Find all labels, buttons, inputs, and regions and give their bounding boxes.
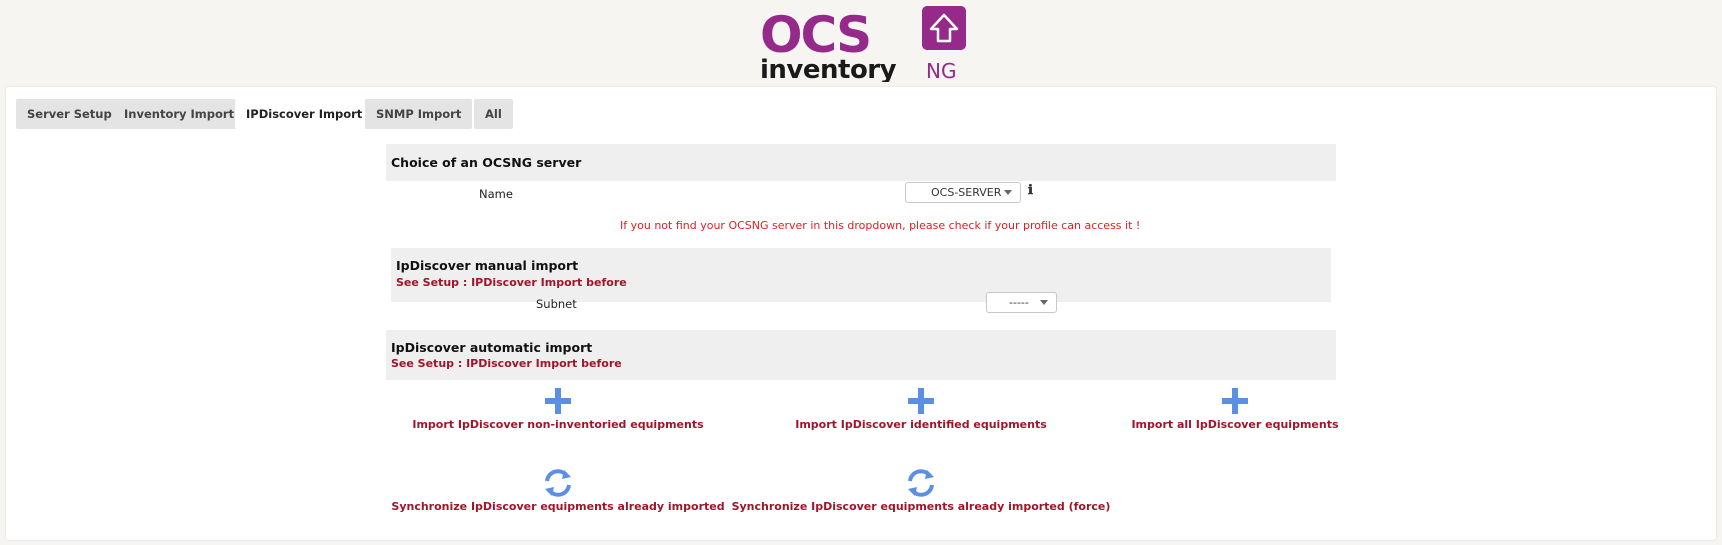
plus-icon <box>908 388 934 414</box>
tab-snmp-import[interactable]: SNMP Import <box>365 99 473 129</box>
automatic-import-header: IpDiscover automatic import See Setup : … <box>386 330 1336 380</box>
logo-text-ng: NG <box>926 59 956 82</box>
server-choice-header: Choice of an OCSNG server <box>386 144 1336 181</box>
import-all-label: Import all IpDiscover equipments <box>1131 418 1339 431</box>
synchronize-force-label: Synchronize IpDiscover equipments alread… <box>731 500 1111 513</box>
tab-ipdiscover-import[interactable]: IPDiscover Import <box>235 99 374 129</box>
sync-icon <box>545 469 571 497</box>
chevron-down-icon <box>1004 190 1012 195</box>
logo-text-inventory: inventory <box>760 55 897 82</box>
tab-all[interactable]: All <box>474 99 513 129</box>
import-all-button[interactable]: Import all IpDiscover equipments <box>1035 386 1435 431</box>
info-icon[interactable]: ℹ <box>1028 183 1033 198</box>
tab-server-setup[interactable]: Server Setup <box>16 99 123 129</box>
manual-import-setup-link[interactable]: See Setup : IPDiscover Import before <box>396 276 627 289</box>
automatic-import-title: IpDiscover automatic import <box>391 340 593 355</box>
manual-import-title: IpDiscover manual import <box>396 258 579 273</box>
automatic-import-setup-link[interactable]: See Setup : IPDiscover Import before <box>391 357 622 370</box>
server-warning-text: If you not find your OCSNG server in thi… <box>620 219 1141 232</box>
import-non-inventoried-label: Import IpDiscover non-inventoried equipm… <box>412 418 704 431</box>
subnet-select[interactable]: ----- <box>986 292 1057 313</box>
plus-icon <box>545 388 571 414</box>
plus-icon <box>1222 388 1248 414</box>
sync-icon <box>908 469 934 497</box>
import-non-inventoried-button[interactable]: Import IpDiscover non-inventoried equipm… <box>358 386 758 431</box>
server-select-value: OCS-SERVER <box>931 186 1002 199</box>
synchronize-button[interactable]: Synchronize IpDiscover equipments alread… <box>358 468 758 513</box>
synchronize-force-button[interactable]: Synchronize IpDiscover equipments alread… <box>721 468 1121 513</box>
server-select[interactable]: OCS-SERVER <box>905 182 1021 203</box>
subnet-label: Subnet <box>536 297 577 311</box>
synchronize-label: Synchronize IpDiscover equipments alread… <box>391 500 725 513</box>
tab-inventory-import[interactable]: Inventory Import <box>113 99 246 129</box>
chevron-down-icon <box>1040 300 1048 305</box>
server-name-label: Name <box>479 187 513 201</box>
manual-import-header: IpDiscover manual import See Setup : IPD… <box>391 248 1331 302</box>
ocs-inventory-logo: OCS inventory NG <box>760 6 966 82</box>
server-choice-title: Choice of an OCSNG server <box>391 155 582 170</box>
main-panel: Server Setup Inventory Import IPDiscover… <box>6 87 1716 540</box>
subnet-select-value: ----- <box>1009 296 1029 309</box>
